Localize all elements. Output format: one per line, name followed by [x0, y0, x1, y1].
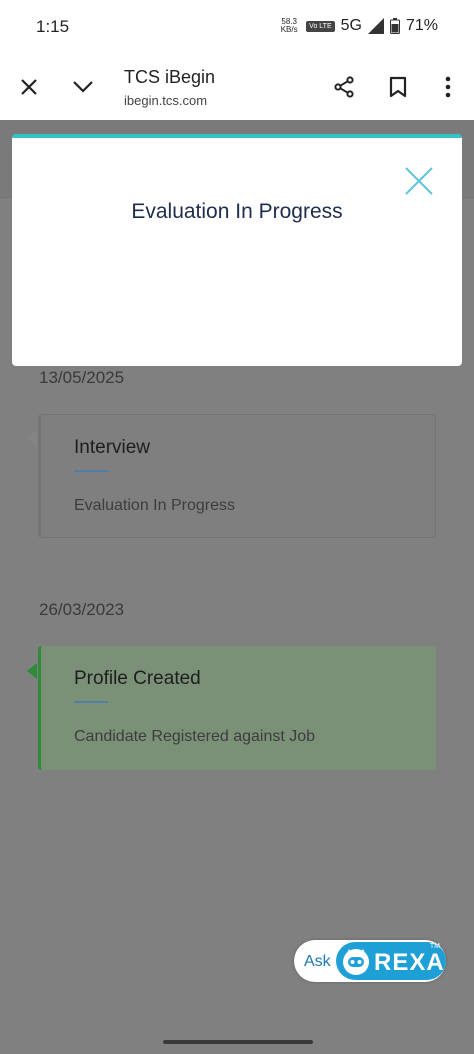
battery-level: 71%	[405, 17, 438, 34]
more-vertical-icon	[445, 76, 451, 98]
timeline-card-profile-created[interactable]: Profile Created Candidate Registered aga…	[38, 646, 436, 770]
card-subtitle: Candidate Registered against Job	[74, 728, 316, 745]
chevron-down-icon	[73, 81, 93, 93]
modal-close-button[interactable]	[402, 164, 436, 198]
status-modal: Evaluation In Progress	[12, 134, 462, 366]
rexa-ask-label: Ask	[304, 953, 331, 970]
rexa-trademark: TM	[429, 943, 440, 950]
status-time: 1:15	[36, 17, 70, 36]
timeline-marker	[27, 663, 37, 679]
signal-icon	[367, 18, 384, 34]
close-icon	[21, 79, 37, 95]
page-url: ibegin.tcs.com	[124, 93, 208, 108]
rexa-logo-text: REXA	[374, 949, 445, 976]
net-speed: 58.3 KB/s	[278, 18, 300, 34]
more-options-button[interactable]	[433, 72, 463, 102]
minimize-button[interactable]	[68, 72, 98, 102]
share-button[interactable]	[329, 72, 359, 102]
card-subtitle: Evaluation In Progress	[74, 497, 235, 514]
battery-icon	[389, 18, 400, 34]
timeline-date: 26/03/2023	[39, 600, 125, 619]
timeline-card-interview[interactable]: Interview Evaluation In Progress	[38, 414, 436, 538]
rexa-badge: REXA TM	[336, 942, 446, 980]
modal-title: Evaluation In Progress	[131, 200, 343, 223]
card-divider	[74, 470, 108, 472]
card-title: Interview	[74, 437, 151, 458]
share-icon	[334, 76, 354, 98]
timeline-date: 13/05/2025	[39, 368, 125, 387]
timeline-marker	[27, 430, 37, 446]
gesture-nav-handle	[163, 1040, 313, 1044]
net-speed-unit: KB/s	[280, 25, 298, 34]
bookmark-button[interactable]	[383, 72, 413, 102]
bookmark-icon	[389, 76, 407, 98]
close-icon	[405, 167, 433, 195]
card-divider	[74, 701, 108, 703]
volte-icon: Vo LTE	[306, 20, 335, 32]
robot-icon	[343, 949, 369, 975]
ask-rexa-button[interactable]: Ask REXA TM	[294, 940, 446, 982]
browser-toolbar: TCS iBegin ibegin.tcs.com	[0, 56, 474, 120]
card-title: Profile Created	[74, 668, 201, 689]
page-title: TCS iBegin	[124, 67, 216, 87]
status-bar: 1:15 58.3 KB/s Vo LTE 5G 71%	[0, 0, 474, 56]
close-tab-button[interactable]	[14, 72, 44, 102]
status-icons: 58.3 KB/s Vo LTE 5G 71%	[278, 17, 438, 35]
network-type: 5G	[340, 17, 362, 34]
